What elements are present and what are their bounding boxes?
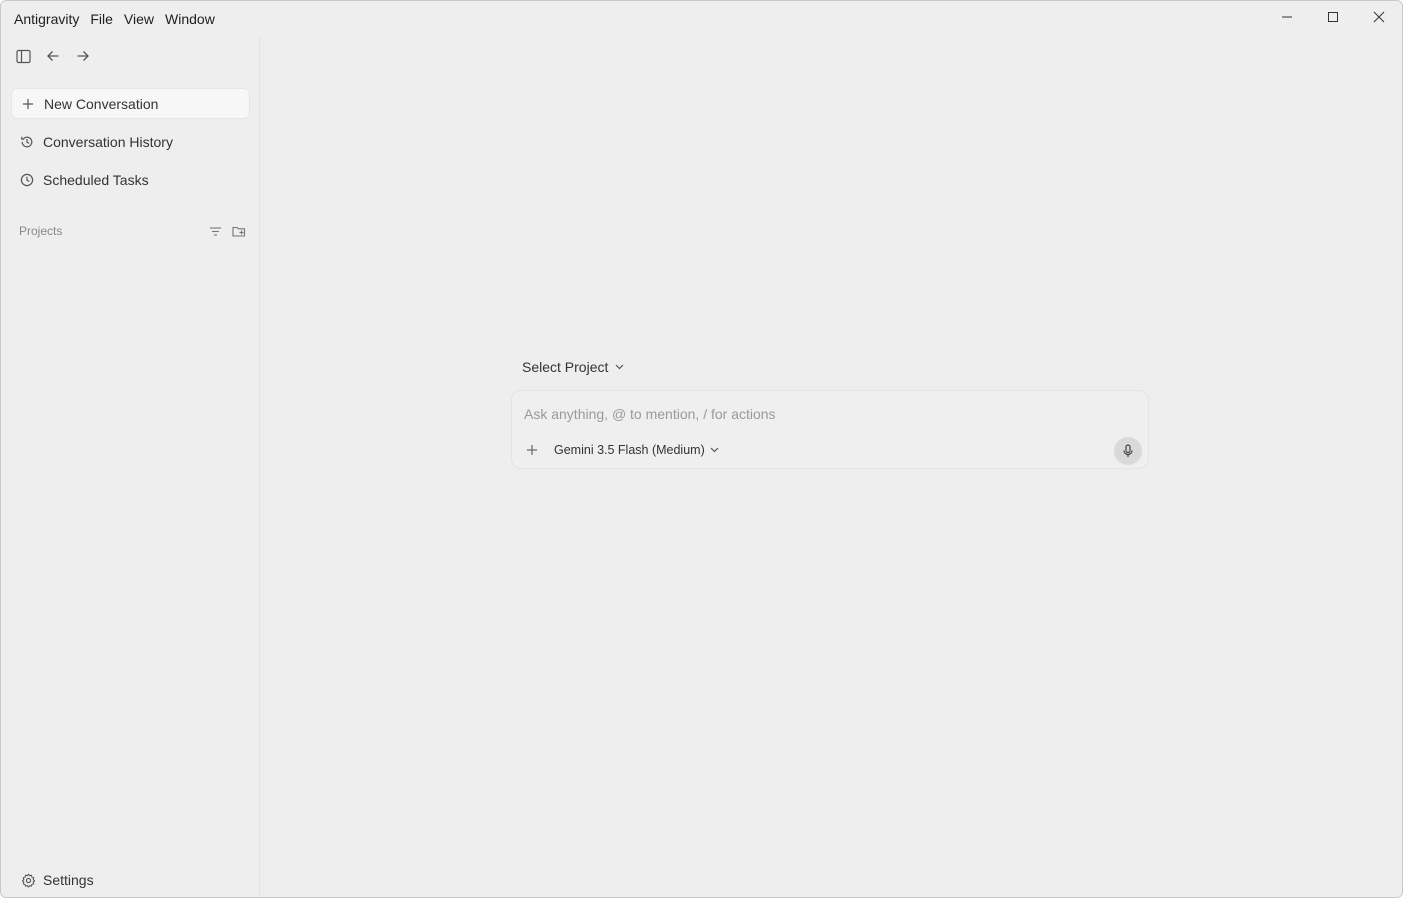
menu-window[interactable]: Window [165, 11, 215, 27]
add-attachment-button[interactable] [524, 442, 540, 458]
menu-bar: Antigravity File View Window [1, 11, 226, 27]
chevron-down-icon [614, 362, 624, 372]
model-selector[interactable]: Gemini 3.5 Flash (Medium) [554, 443, 720, 457]
sidebar-nav: New Conversation Conversation History Sc… [11, 88, 250, 202]
plus-icon [20, 96, 36, 112]
sidebar-toolbar [14, 47, 92, 65]
close-button[interactable] [1356, 1, 1402, 33]
sidebar: New Conversation Conversation History Sc… [1, 37, 260, 897]
sidebar-toggle-button[interactable] [14, 47, 32, 65]
sidebar-item-scheduled-tasks[interactable]: Scheduled Tasks [11, 164, 250, 195]
microphone-button[interactable] [1114, 437, 1142, 465]
sidebar-item-conversation-history[interactable]: Conversation History [11, 126, 250, 157]
projects-header: Projects [19, 223, 247, 239]
gear-icon [20, 872, 36, 888]
chevron-down-icon [710, 445, 720, 455]
app-window: Antigravity File View Window New Convers… [0, 0, 1403, 898]
projects-label: Projects [19, 224, 63, 238]
title-bar: Antigravity File View Window [1, 1, 1402, 37]
history-icon [19, 134, 35, 150]
sidebar-toggle-icon [15, 49, 31, 63]
filter-icon[interactable] [207, 223, 223, 239]
menu-view[interactable]: View [124, 11, 154, 27]
main-panel: Select Project Gemini 3.5 Flash (Medium) [260, 37, 1402, 897]
app-menu[interactable]: Antigravity [14, 11, 79, 27]
chat-composer: Gemini 3.5 Flash (Medium) [511, 390, 1149, 469]
close-icon [1373, 11, 1385, 23]
forward-button[interactable] [74, 47, 92, 65]
back-button[interactable] [44, 47, 62, 65]
model-label: Gemini 3.5 Flash (Medium) [554, 443, 705, 457]
clock-icon [19, 172, 35, 188]
minimize-icon [1282, 16, 1292, 18]
plus-icon [527, 445, 537, 455]
sidebar-item-label: New Conversation [44, 95, 159, 112]
sidebar-item-new-conversation[interactable]: New Conversation [11, 88, 250, 119]
sidebar-item-label: Conversation History [43, 133, 173, 150]
sidebar-item-label: Scheduled Tasks [43, 171, 149, 188]
arrow-left-icon [47, 51, 59, 61]
microphone-icon [1123, 444, 1133, 457]
arrow-right-icon [77, 51, 89, 61]
menu-file[interactable]: File [90, 11, 113, 27]
maximize-button[interactable] [1310, 1, 1356, 33]
prompt-input[interactable] [524, 406, 1124, 422]
window-controls [1264, 1, 1402, 33]
new-folder-icon[interactable] [231, 223, 247, 239]
minimize-button[interactable] [1264, 1, 1310, 33]
select-project-dropdown[interactable]: Select Project [522, 359, 624, 375]
settings-label: Settings [43, 872, 94, 888]
maximize-icon [1328, 12, 1338, 22]
select-project-label: Select Project [522, 359, 609, 375]
settings-button[interactable]: Settings [20, 872, 94, 888]
